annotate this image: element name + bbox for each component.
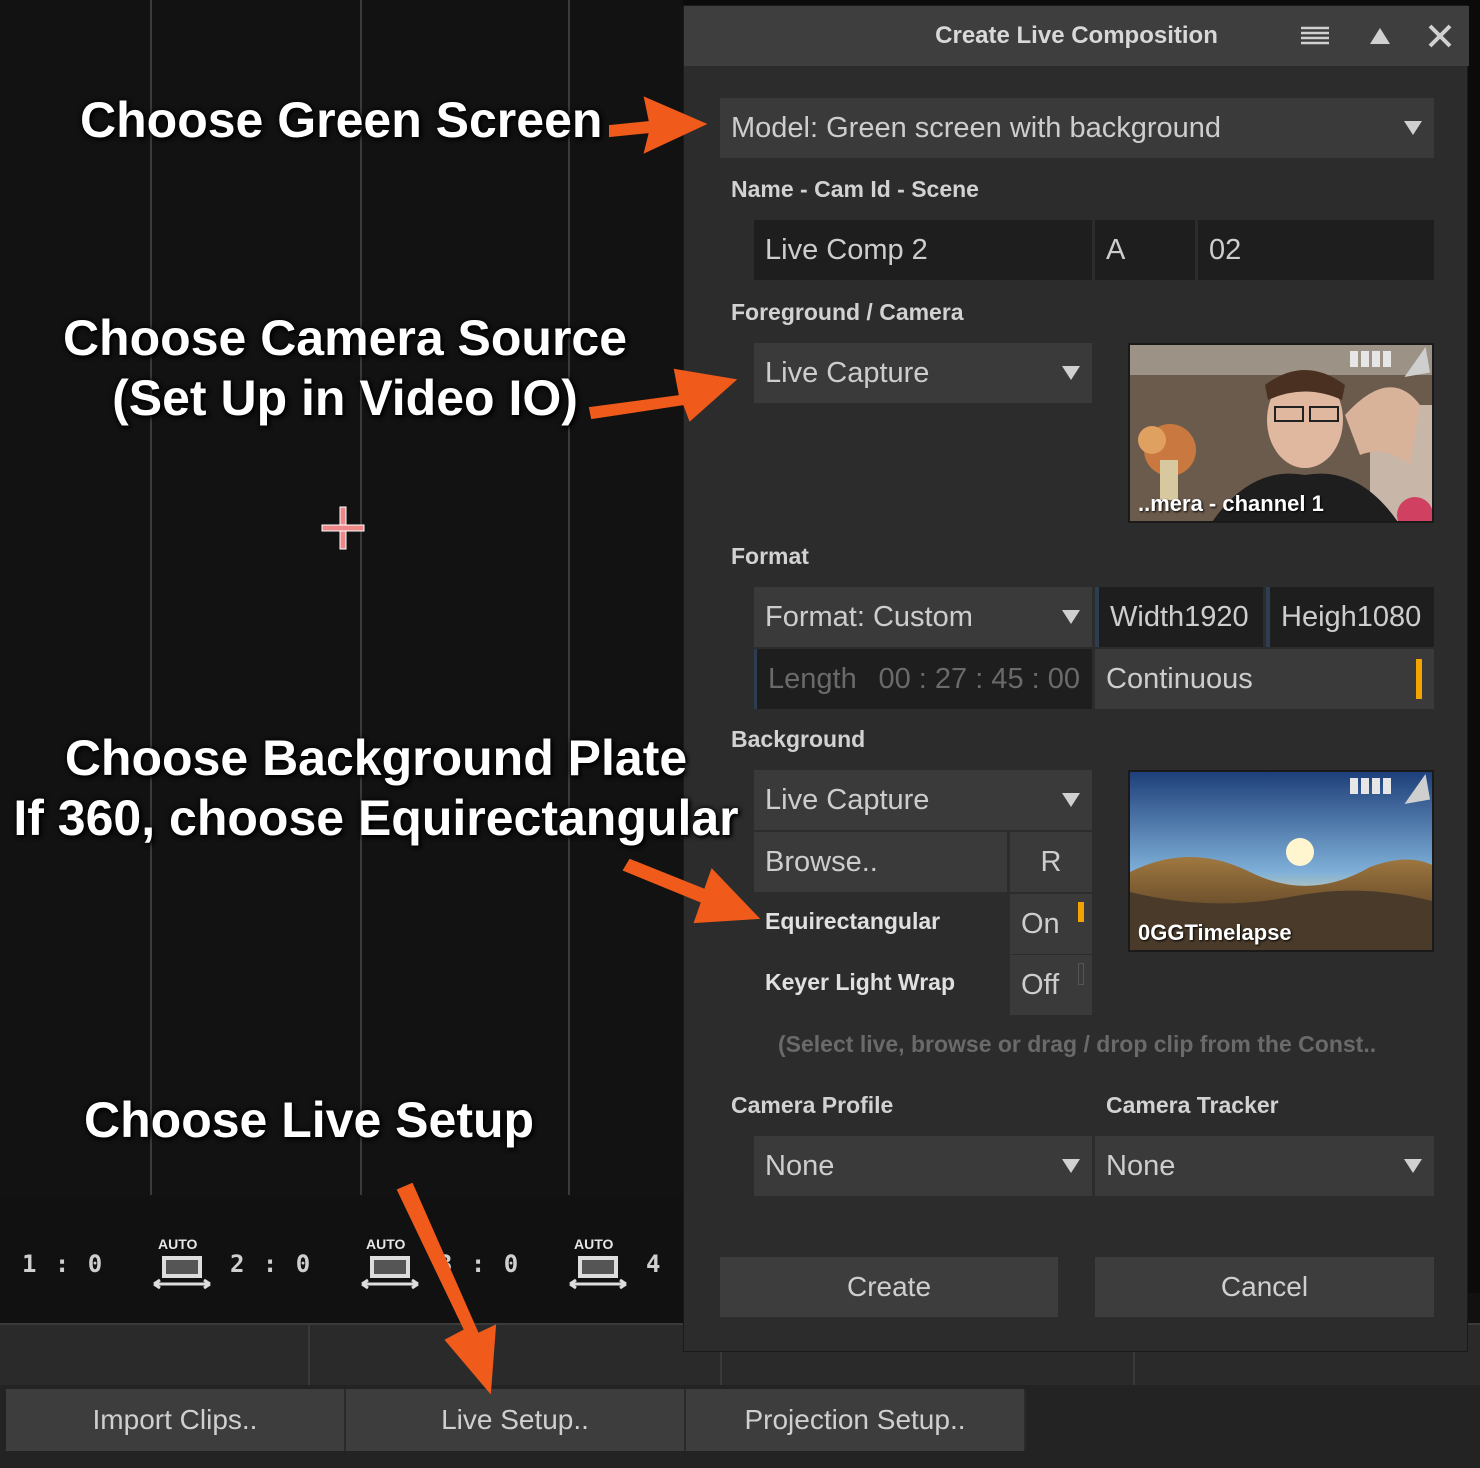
height-label: Heigh <box>1281 600 1357 633</box>
corner-icon <box>1399 346 1431 378</box>
background-thumb-caption: 0GGTimelapse <box>1138 920 1292 945</box>
keyer-light-wrap-value: Off <box>1021 968 1060 1001</box>
equirectangular-label: Equirectangular <box>765 908 941 934</box>
keyer-light-wrap-toggle[interactable]: Off <box>1010 955 1092 1015</box>
bars-icon <box>1350 778 1392 794</box>
chevron-down-icon <box>1404 121 1422 135</box>
length-field: Length 00 : 27 : 45 : 00 <box>754 649 1092 709</box>
create-live-composition-dialog: Create Live Composition Model: Green scr… <box>683 5 1469 1352</box>
crosshair-icon <box>321 506 365 550</box>
auto-label: AUTO <box>366 1236 406 1252</box>
length-value: 00 : 27 : 45 : 00 <box>878 662 1080 695</box>
auto-transition-icon[interactable]: AUTO <box>568 1236 628 1292</box>
format-value: Format: Custom <box>765 600 973 633</box>
annotation-green-screen: Choose Green Screen <box>80 92 603 148</box>
import-clips-button[interactable]: Import Clips.. <box>6 1389 346 1451</box>
continuous-toggle[interactable]: Continuous <box>1095 649 1434 709</box>
cam-id-input[interactable]: A <box>1095 220 1195 280</box>
foreground-source-dropdown[interactable]: Live Capture <box>754 343 1092 403</box>
background-source-dropdown[interactable]: Live Capture <box>754 770 1092 830</box>
dialog-titlebar: Create Live Composition <box>684 6 1469 66</box>
width-value: 1920 <box>1184 600 1249 633</box>
annotation-background-line1: Choose Background Plate <box>64 730 688 786</box>
auto-label: AUTO <box>158 1236 198 1252</box>
foreground-thumbnail[interactable]: ..mera - channel 1 <box>1128 343 1434 523</box>
guide-line <box>568 0 570 1195</box>
cancel-button[interactable]: Cancel <box>1095 1257 1434 1317</box>
browse-button[interactable]: Browse.. <box>754 832 1007 892</box>
annotation-live-setup: Choose Live Setup <box>84 1092 535 1148</box>
toggle-on-indicator <box>1078 902 1084 922</box>
projection-setup-button[interactable]: Projection Setup.. <box>686 1389 1026 1451</box>
background-hint-text: (Select live, browse or drag / drop clip… <box>778 1031 1377 1057</box>
camera-profile-value: None <box>765 1149 835 1182</box>
toggle-off-indicator <box>1078 963 1084 985</box>
collapse-icon[interactable] <box>1364 20 1396 52</box>
height-field[interactable]: Heigh 1080 <box>1266 587 1434 647</box>
auto-label: AUTO <box>574 1236 614 1252</box>
create-button[interactable]: Create <box>720 1257 1058 1317</box>
foreground-source-value: Live Capture <box>765 356 930 389</box>
bottom-toolbar: Import Clips.. Live Setup.. Projection S… <box>0 1385 1480 1468</box>
background-thumbnail[interactable]: 0GGTimelapse <box>1128 770 1434 952</box>
camera-tracker-dropdown[interactable]: None <box>1095 1136 1434 1196</box>
background-source-value: Live Capture <box>765 783 930 816</box>
chevron-down-icon <box>1404 1159 1422 1173</box>
foreground-thumb-caption: ..mera - channel 1 <box>1138 491 1324 516</box>
toggle-on-indicator <box>1416 659 1422 699</box>
width-field[interactable]: Width 1920 <box>1095 587 1263 647</box>
live-setup-button[interactable]: Live Setup.. <box>346 1389 686 1451</box>
corner-icon <box>1399 773 1431 805</box>
chevron-down-icon <box>1062 366 1080 380</box>
annotation-camera-line1: Choose Camera Source <box>62 310 628 366</box>
annotation-camera-line2: (Set Up in Video IO) <box>112 370 578 426</box>
menu-icon[interactable] <box>1299 20 1331 52</box>
foreground-section-label: Foreground / Camera <box>731 299 964 325</box>
guide-line <box>150 0 152 1195</box>
camera-profile-label: Camera Profile <box>731 1092 894 1118</box>
chevron-down-icon <box>1062 1159 1080 1173</box>
annotation-background-line2: If 360, choose Equirectangular <box>13 790 739 846</box>
timeline-marker[interactable]: 1 : 0 <box>22 1250 104 1278</box>
timeline-marker[interactable]: 2 : 0 <box>230 1250 312 1278</box>
format-section-label: Format <box>731 543 809 569</box>
chevron-down-icon <box>1062 793 1080 807</box>
equirectangular-toggle[interactable]: On <box>1010 894 1092 954</box>
reset-button[interactable]: R <box>1010 832 1092 892</box>
auto-transition-icon[interactable]: AUTO <box>360 1236 420 1292</box>
camera-profile-dropdown[interactable]: None <box>754 1136 1092 1196</box>
bars-icon <box>1350 351 1392 367</box>
name-input[interactable]: Live Comp 2 <box>754 220 1092 280</box>
viewer-panel <box>0 0 683 1195</box>
model-value: Model: Green screen with background <box>731 111 1222 144</box>
height-value: 1080 <box>1356 600 1422 633</box>
dialog-title: Create Live Composition <box>935 22 1218 49</box>
name-section-label: Name - Cam Id - Scene <box>731 176 979 202</box>
format-dropdown[interactable]: Format: Custom <box>754 587 1092 647</box>
keyer-light-wrap-label: Keyer Light Wrap <box>765 969 955 995</box>
model-dropdown[interactable]: Model: Green screen with background <box>720 98 1434 158</box>
auto-transition-icon[interactable]: AUTO <box>152 1236 212 1292</box>
app-window: { "annotations": { "green_screen": "Choo… <box>0 0 1480 1468</box>
close-icon[interactable] <box>1424 20 1456 52</box>
chevron-down-icon <box>1062 610 1080 624</box>
length-label: Length <box>768 662 857 695</box>
timeline-marker[interactable]: 3 : 0 <box>438 1250 520 1278</box>
guide-line <box>360 0 362 1195</box>
scene-input[interactable]: 02 <box>1198 220 1434 280</box>
camera-tracker-value: None <box>1106 1149 1176 1182</box>
continuous-label: Continuous <box>1106 662 1253 695</box>
width-label: Width <box>1110 600 1185 633</box>
camera-tracker-label: Camera Tracker <box>1106 1092 1279 1118</box>
equirectangular-value: On <box>1021 907 1060 940</box>
